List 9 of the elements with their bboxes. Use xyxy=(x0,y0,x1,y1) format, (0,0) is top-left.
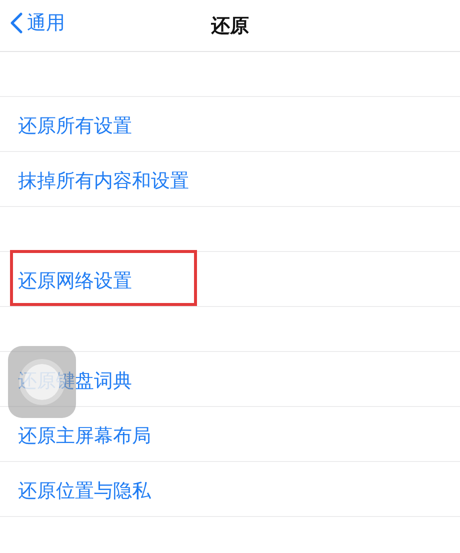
back-button[interactable]: 通用 xyxy=(6,8,69,38)
back-icon xyxy=(10,12,23,34)
reset-option[interactable]: 还原位置与隐私 xyxy=(10,460,175,516)
page-title: 还原 xyxy=(211,14,249,38)
reset-option[interactable]: 抹掉所有内容和设置 xyxy=(10,150,197,206)
reset-option[interactable]: 还原主屏幕布局 xyxy=(10,405,175,461)
reset-option[interactable]: 还原网络设置 xyxy=(10,250,197,306)
reset-option[interactable]: 还原所有设置 xyxy=(10,95,175,151)
assistive-touch-button[interactable] xyxy=(8,346,76,418)
